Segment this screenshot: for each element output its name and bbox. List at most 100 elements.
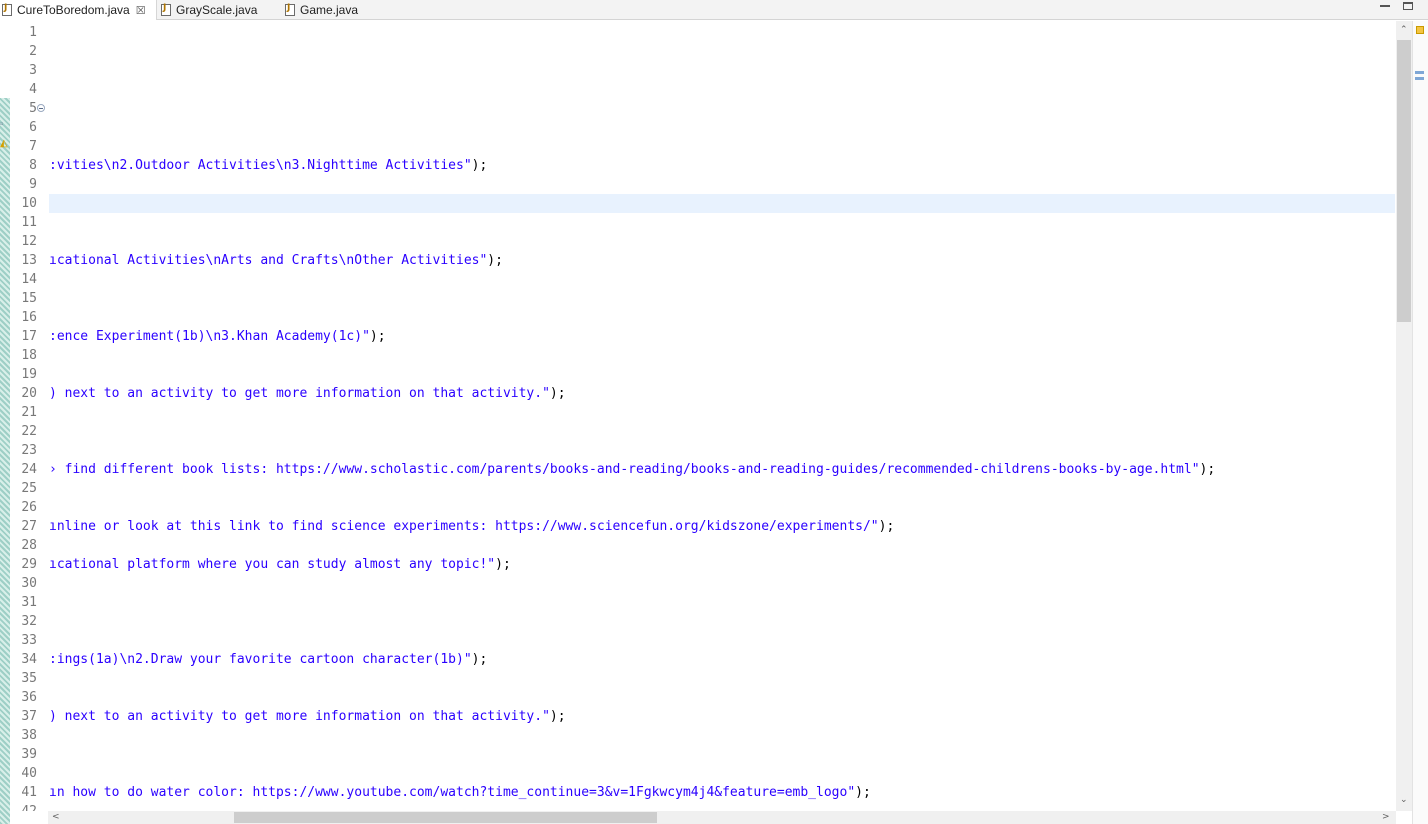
line-number: 23	[21, 443, 37, 458]
line-number: 12	[21, 234, 37, 249]
code-line[interactable]: 22	[10, 422, 1396, 441]
string-literal: ınline or look at this link to find scie…	[49, 519, 879, 534]
line-number: 32	[21, 614, 37, 629]
code-line[interactable]: 15	[10, 289, 1396, 308]
fold-toggle-icon[interactable]	[37, 104, 45, 112]
line-number: 17	[21, 329, 37, 344]
code-line[interactable]: 36	[10, 688, 1396, 707]
code-line[interactable]: 33	[10, 631, 1396, 650]
java-file-icon: J	[161, 3, 171, 16]
code-line[interactable]: 7	[10, 137, 1396, 156]
scroll-left-arrow-icon[interactable]: <	[52, 812, 60, 822]
code-line[interactable]: 24 › find different book lists: https://w…	[10, 460, 1396, 479]
code-line[interactable]: 5	[10, 99, 1396, 118]
code-line[interactable]: 25	[10, 479, 1396, 498]
code-line[interactable]: 34:ings(1a)\n2.Draw your favorite cartoo…	[10, 650, 1396, 669]
code-line[interactable]: 40	[10, 764, 1396, 783]
code-line[interactable]: 27 ınline or look at this link to find sc…	[10, 517, 1396, 536]
line-number: 9	[29, 177, 37, 192]
tab-label: CureToBoredom.java	[17, 3, 130, 17]
code-line[interactable]: 16	[10, 308, 1396, 327]
line-number: 13	[21, 253, 37, 268]
punctuation: );	[471, 158, 488, 173]
line-number: 37	[21, 709, 37, 724]
code-line[interactable]: 13 ıcational Activities\nArts and Crafts\…	[10, 251, 1396, 270]
line-number: 5	[29, 101, 37, 116]
close-icon[interactable]: ☒	[136, 4, 146, 17]
occurrence-overview-marker[interactable]	[1415, 77, 1424, 80]
code-line[interactable]: 11	[10, 213, 1396, 232]
string-literal: ) next to an activity to get more inform…	[49, 386, 550, 401]
code-line[interactable]: 30	[10, 574, 1396, 593]
occurrence-overview-marker[interactable]	[1415, 71, 1424, 74]
code-line[interactable]: 23	[10, 441, 1396, 460]
line-number: 1	[29, 25, 37, 40]
code-line[interactable]: 37 ) next to an activity to get more info…	[10, 707, 1396, 726]
code-line[interactable]: 3	[10, 61, 1396, 80]
code-line[interactable]: 8 :vities\n2.Outdoor Activities\n3.Nightt…	[10, 156, 1396, 175]
tab-grayscale[interactable]: J GrayScale.java	[161, 0, 281, 20]
editor-tab-bar: J CureToBoredom.java ☒ J GrayScale.java …	[0, 0, 1428, 20]
code-line[interactable]: 1	[10, 23, 1396, 42]
line-number: 11	[21, 215, 37, 230]
code-line[interactable]: 39	[10, 745, 1396, 764]
code-line[interactable]: 17:ence Experiment(1b)\n3.Khan Academy(1…	[10, 327, 1396, 346]
code-line[interactable]: 32	[10, 612, 1396, 631]
code-line[interactable]: 21	[10, 403, 1396, 422]
code-line[interactable]: 20) next to an activity to get more info…	[10, 384, 1396, 403]
tab-curetoboredom[interactable]: J CureToBoredom.java ☒	[0, 0, 157, 20]
line-number: 8	[29, 158, 37, 173]
code-line[interactable]: 2	[10, 42, 1396, 61]
code-line[interactable]: 10	[10, 194, 1396, 213]
code-line[interactable]: 14	[10, 270, 1396, 289]
code-line[interactable]: 26	[10, 498, 1396, 517]
tab-label: GrayScale.java	[176, 3, 258, 17]
line-number: 19	[21, 367, 37, 382]
line-number: 34	[21, 652, 37, 667]
code-line[interactable]: 18	[10, 346, 1396, 365]
code-line[interactable]: 38	[10, 726, 1396, 745]
scroll-up-arrow-icon[interactable]: ⌃	[1400, 25, 1408, 35]
tab-game[interactable]: J Game.java	[285, 0, 385, 20]
line-number: 40	[21, 766, 37, 781]
code-text: ) next to an activity to get more inform…	[49, 384, 566, 403]
punctuation: );	[487, 253, 503, 268]
code-line[interactable]: 12	[10, 232, 1396, 251]
line-number: 3	[29, 63, 37, 78]
code-text: :vities\n2.Outdoor Activities\n3.Nightti…	[49, 156, 487, 175]
punctuation: );	[549, 386, 566, 401]
code-line[interactable]: 31	[10, 593, 1396, 612]
code-line[interactable]: 29 ıcational platform where you can study…	[10, 555, 1396, 574]
code-text: ıcational Activities\nArts and Crafts\nO…	[49, 251, 503, 270]
line-number: 29	[21, 557, 37, 572]
tab-label: Game.java	[300, 3, 359, 17]
code-line[interactable]: 35	[10, 669, 1396, 688]
code-line[interactable]: 4	[10, 80, 1396, 99]
code-text: ) next to an activity to get more inform…	[49, 707, 566, 726]
code-line[interactable]: 42	[10, 802, 1396, 811]
line-number: 25	[21, 481, 37, 496]
line-number: 15	[21, 291, 37, 306]
string-literal: ıcational platform where you can study a…	[49, 557, 496, 572]
code-line[interactable]: 6	[10, 118, 1396, 137]
line-number: 26	[21, 500, 37, 515]
code-text: ıcational platform where you can study a…	[49, 555, 511, 574]
line-number: 27	[21, 519, 37, 534]
horizontal-scroll-thumb[interactable]	[234, 812, 657, 823]
code-line[interactable]: 28	[10, 536, 1396, 555]
code-text: › find different book lists: https://www…	[49, 460, 1215, 479]
line-number: 42	[10, 802, 37, 811]
line-number: 24	[21, 462, 37, 477]
vertical-scroll-thumb[interactable]	[1397, 40, 1411, 322]
code-line[interactable]: 9	[10, 175, 1396, 194]
string-literal: ) next to an activity to get more inform…	[49, 709, 550, 724]
code-line[interactable]: 41 ın how to do water color: https://www.…	[10, 783, 1396, 802]
maximize-icon[interactable]	[1403, 2, 1413, 10]
code-editor[interactable]: 1 2 3 4 5 6 7 8:vities\n2.Outdoor Activities\n3…	[10, 21, 1396, 811]
minimize-icon[interactable]	[1380, 2, 1390, 10]
warning-overview-marker[interactable]	[1416, 26, 1424, 34]
string-literal: ın how to do water color: https://www.yo…	[49, 785, 856, 800]
code-line[interactable]: 19	[10, 365, 1396, 384]
scroll-right-arrow-icon[interactable]: >	[1382, 812, 1390, 822]
scroll-down-arrow-icon[interactable]: ⌄	[1400, 795, 1408, 805]
